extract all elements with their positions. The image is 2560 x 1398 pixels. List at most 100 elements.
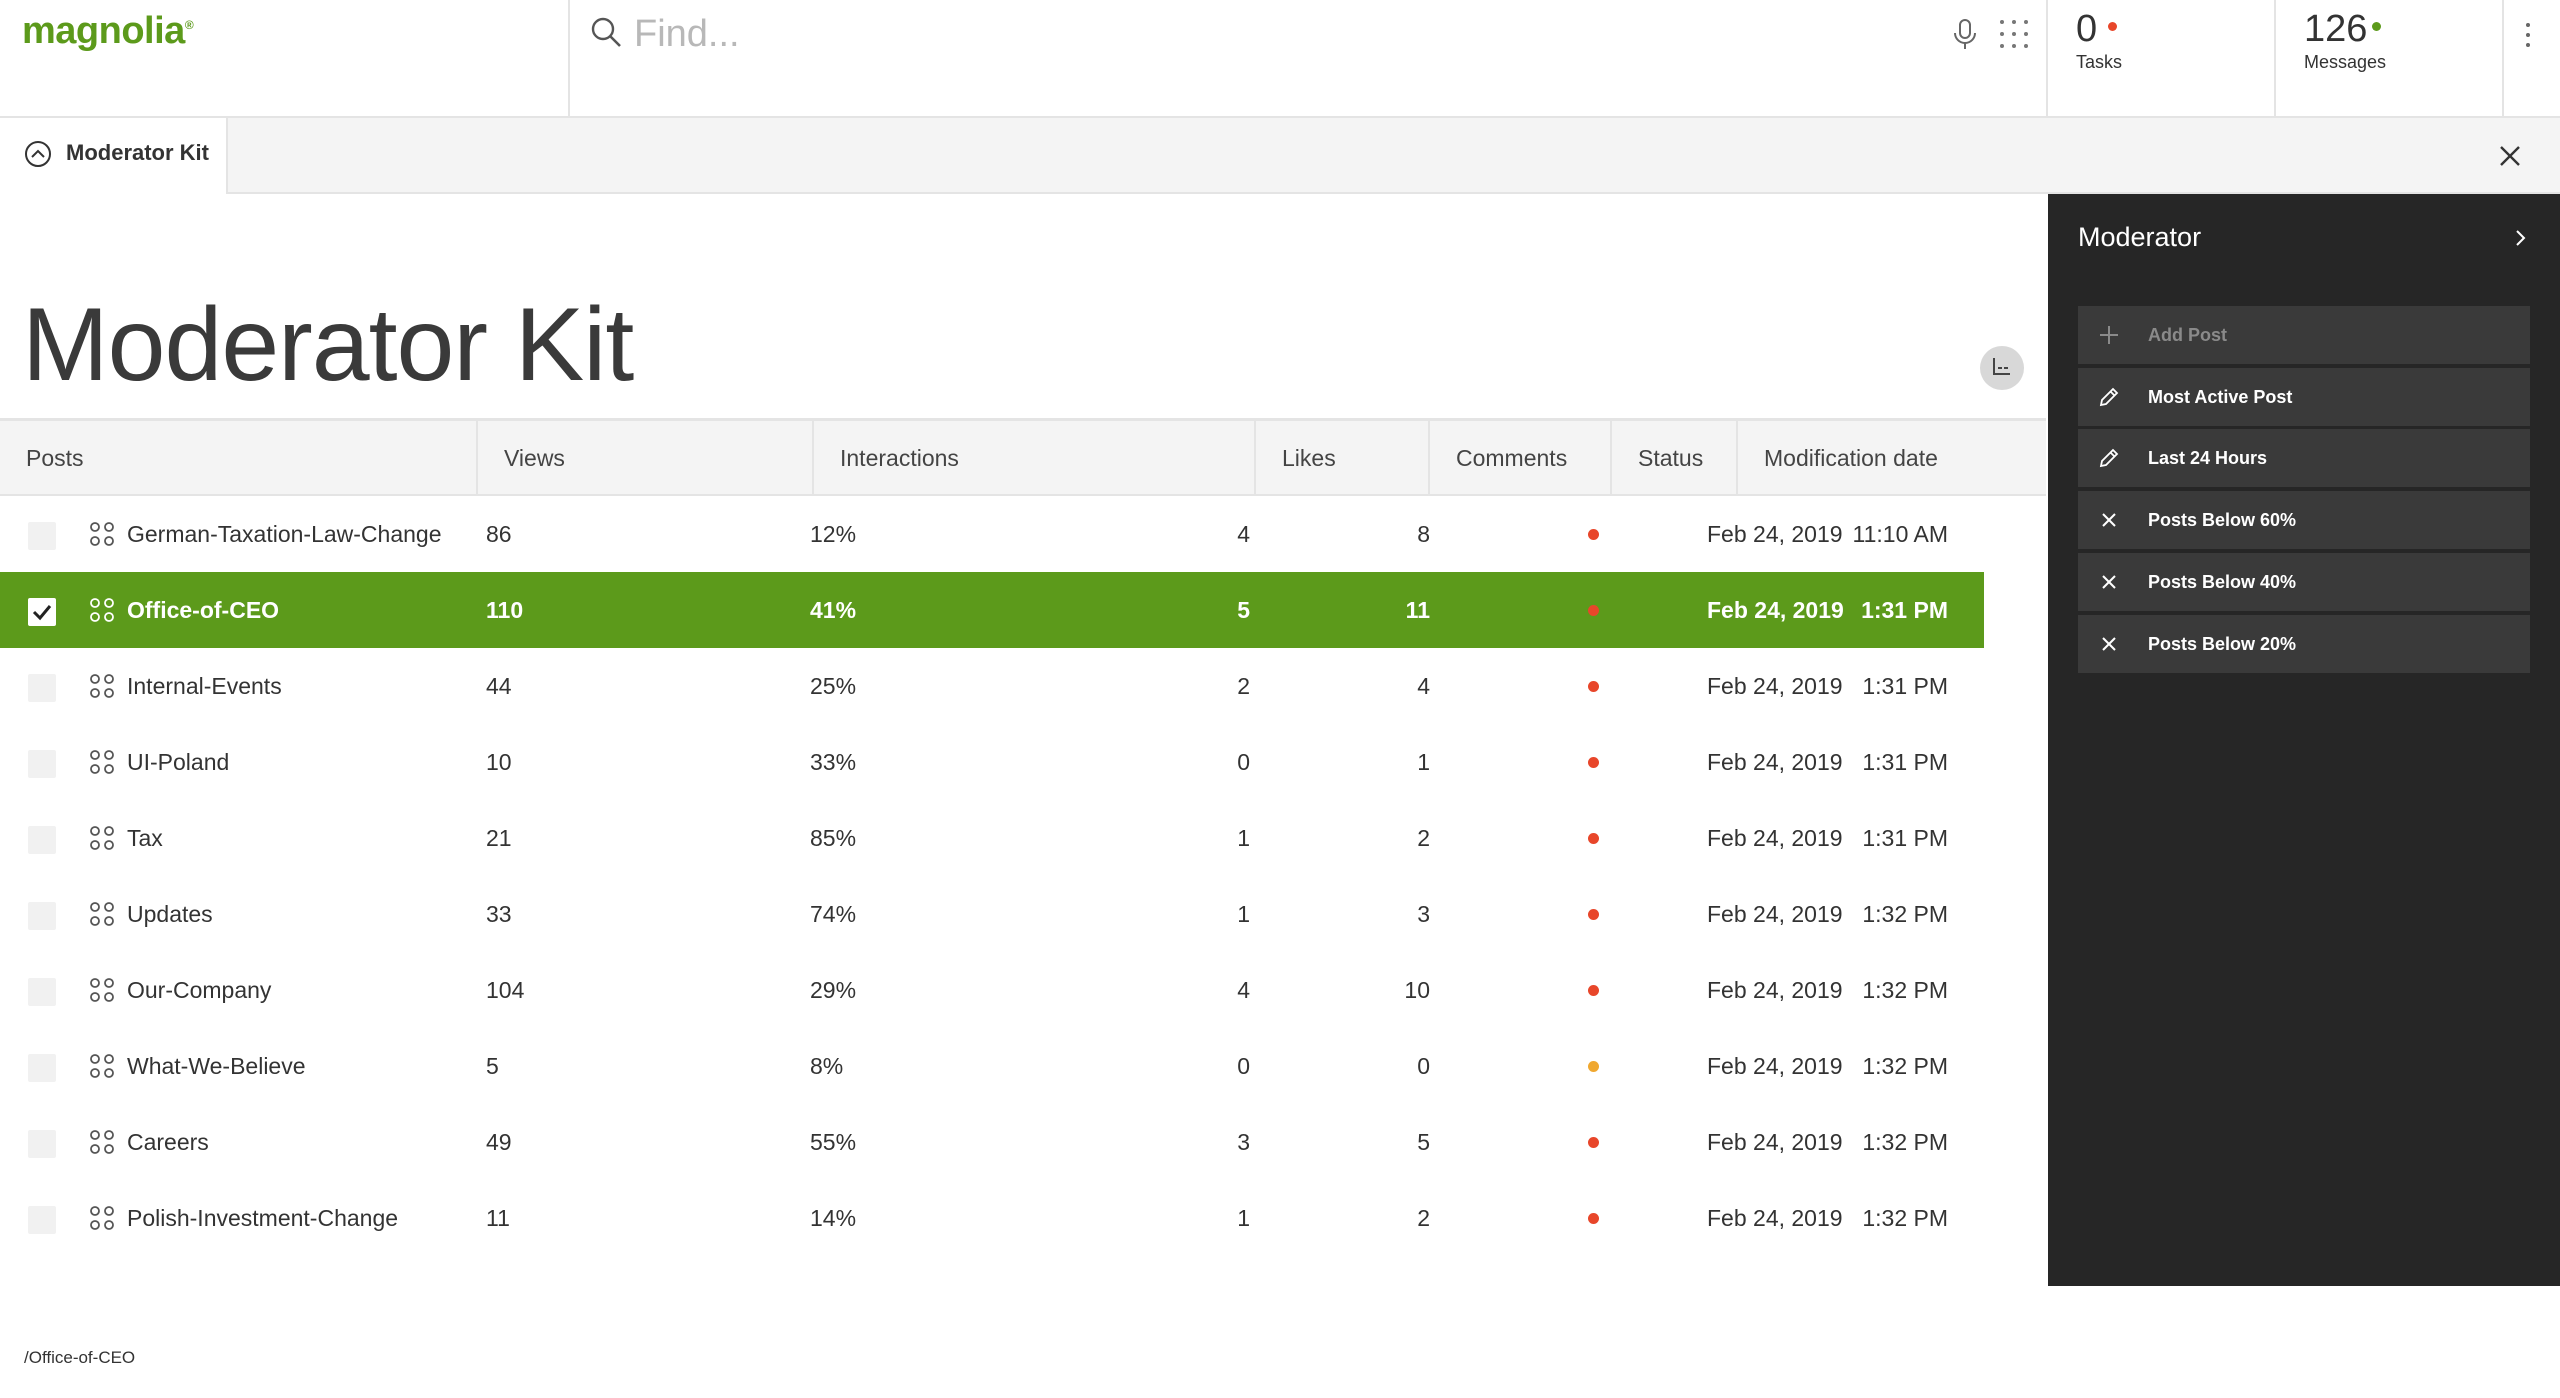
modification-date: Feb 24, 2019 — [1707, 1129, 1843, 1155]
row-checkbox[interactable] — [28, 1054, 56, 1082]
content-node-icon — [90, 1054, 114, 1078]
row-checkbox[interactable] — [28, 826, 56, 854]
table-row[interactable]: Updates 33 74% 1 3 Feb 24, 2019 1:32 PM — [0, 876, 1984, 952]
modification-date: Feb 24, 2019 — [1707, 825, 1843, 851]
column-header-posts[interactable]: Posts — [0, 421, 478, 496]
likes-value: 1 — [1237, 1205, 1250, 1231]
collapse-up-icon[interactable] — [24, 140, 52, 168]
post-name: Updates — [127, 901, 213, 927]
status-dot — [1588, 681, 1599, 692]
views-value: 11 — [486, 1205, 510, 1231]
likes-value: 0 — [1237, 1053, 1250, 1079]
row-checkbox[interactable] — [28, 1130, 56, 1158]
pencil-icon — [2099, 387, 2119, 407]
table-row[interactable]: Our-Company 104 29% 4 10 Feb 24, 2019 1:32 PM — [0, 952, 1984, 1028]
panel-action[interactable]: Last 24 Hours — [2078, 429, 2530, 487]
column-header-interactions[interactable]: Interactions — [814, 421, 1256, 496]
row-checkbox[interactable] — [28, 1206, 56, 1234]
more-vertical-icon[interactable] — [2520, 20, 2536, 50]
interactions-value: 74% — [810, 901, 857, 927]
table-row[interactable]: German-Taxation-Law-Change 86 12% 4 8 Feb 24,… — [0, 496, 1984, 572]
row-checkbox[interactable] — [28, 522, 56, 550]
tree-toggle-button[interactable] — [1980, 346, 2024, 390]
column-header-status[interactable]: Status — [1612, 421, 1738, 496]
table-row[interactable]: Polish-Investment-Change 11 14% 1 2 Feb 24, 2… — [0, 1180, 1984, 1256]
microphone-icon[interactable] — [1952, 18, 1978, 50]
column-header-comments[interactable]: Comments — [1430, 421, 1612, 496]
row-checkbox[interactable] — [28, 674, 56, 702]
table-row[interactable]: UI-Poland 10 33% 0 1 Feb 24, 2019 1:31 PM — [0, 724, 1984, 800]
interactions-value: 29% — [810, 977, 857, 1003]
row-checkbox[interactable] — [28, 902, 56, 930]
row-checkbox[interactable] — [28, 750, 56, 778]
chevron-right-icon[interactable] — [2510, 226, 2530, 250]
panel-action-label: Add Post — [2148, 325, 2227, 345]
post-name: Careers — [127, 1129, 209, 1155]
views-value: 21 — [486, 825, 512, 851]
panel-title: Moderator — [2078, 222, 2202, 252]
panel-action[interactable]: Most Active Post — [2078, 368, 2530, 426]
modification-time: 1:32 PM — [1862, 1053, 1948, 1079]
panel-action[interactable]: Posts Below 40% — [2078, 553, 2530, 611]
views-value: 44 — [486, 673, 512, 699]
x-icon — [2102, 575, 2116, 589]
post-name: What-We-Believe — [127, 1053, 306, 1079]
column-header-modification-date[interactable]: Modification date — [1738, 421, 2046, 496]
modification-date: Feb 24, 2019 — [1707, 1053, 1843, 1079]
tasks-indicator[interactable]: 0 Tasks — [2048, 0, 2276, 118]
table-header: Posts Views Interactions Likes Comments … — [0, 418, 2046, 496]
modification-time: 1:31 PM — [1862, 825, 1948, 851]
comments-value: 8 — [1417, 521, 1430, 547]
row-checkbox[interactable] — [28, 598, 56, 626]
table-row[interactable]: What-We-Believe 5 8% 0 0 Feb 24, 2019 1:32 PM — [0, 1028, 1984, 1104]
actionbar-panel: Moderator Add Post Most Active Post Last 2… — [2048, 194, 2560, 1286]
modification-date: Feb 24, 2019 — [1707, 749, 1843, 775]
table-row[interactable]: Careers 49 55% 3 5 Feb 24, 2019 1:32 PM — [0, 1104, 1984, 1180]
content-node-icon — [90, 522, 114, 546]
panel-action[interactable]: Posts Below 20% — [2078, 615, 2530, 673]
app-header: magnolia® 0 Tasks 126 Messages — [0, 0, 2560, 118]
panel-action[interactable]: Add Post — [2078, 306, 2530, 364]
tab-label: Moderator Kit — [66, 140, 209, 165]
column-header-likes[interactable]: Likes — [1256, 421, 1430, 496]
modification-date: Feb 24, 2019 — [1707, 1205, 1843, 1231]
messages-indicator[interactable]: 126 Messages — [2276, 0, 2504, 118]
table-row[interactable]: Tax 21 85% 1 2 Feb 24, 2019 1:31 PM — [0, 800, 1984, 876]
likes-value: 3 — [1237, 1129, 1250, 1155]
panel-action-label: Most Active Post — [2148, 387, 2293, 407]
apps-grid-icon[interactable] — [1998, 18, 2030, 50]
modification-date: Feb 24, 2019 — [1707, 597, 1844, 623]
post-name: Polish-Investment-Change — [127, 1205, 399, 1231]
magnolia-logo[interactable]: magnolia® — [22, 10, 194, 53]
interactions-value: 55% — [810, 1129, 857, 1155]
tab-moderator-kit[interactable]: Moderator Kit — [0, 118, 228, 194]
tasks-label: Tasks — [2076, 52, 2123, 72]
interactions-value: 14% — [810, 1205, 857, 1231]
logo-area[interactable]: magnolia® — [0, 0, 570, 118]
table-row[interactable]: Internal-Events 44 25% 2 4 Feb 24, 2019 1:31 P… — [0, 648, 1984, 724]
panel-action-label: Posts Below 20% — [2148, 634, 2297, 654]
modification-time: 1:32 PM — [1862, 1205, 1948, 1231]
modification-date: Feb 24, 2019 — [1707, 901, 1843, 927]
interactions-value: 85% — [810, 825, 857, 851]
panel-action[interactable]: Posts Below 60% — [2078, 491, 2530, 549]
close-icon[interactable] — [2494, 140, 2526, 172]
modification-time: 1:31 PM — [1862, 749, 1948, 775]
content-node-icon — [90, 902, 114, 926]
interactions-value: 41% — [810, 597, 857, 623]
panel-action-label: Posts Below 60% — [2148, 510, 2297, 530]
content-node-icon — [90, 826, 114, 850]
interactions-value: 8% — [810, 1053, 844, 1079]
modification-time: 11:10 AM — [1852, 521, 1948, 547]
interactions-value: 12% — [810, 521, 857, 547]
x-icon — [2102, 513, 2116, 527]
likes-value: 5 — [1237, 597, 1250, 623]
table-row[interactable]: Office-of-CEO 110 41% 5 11 Feb 24, 2019 1:31 P… — [0, 572, 1984, 648]
views-value: 86 — [486, 521, 512, 547]
post-name: Tax — [127, 825, 163, 851]
search-input[interactable] — [634, 8, 1884, 60]
row-checkbox[interactable] — [28, 978, 56, 1006]
status-dot — [1588, 757, 1599, 768]
column-header-views[interactable]: Views — [478, 421, 814, 496]
content-node-icon — [90, 598, 114, 622]
